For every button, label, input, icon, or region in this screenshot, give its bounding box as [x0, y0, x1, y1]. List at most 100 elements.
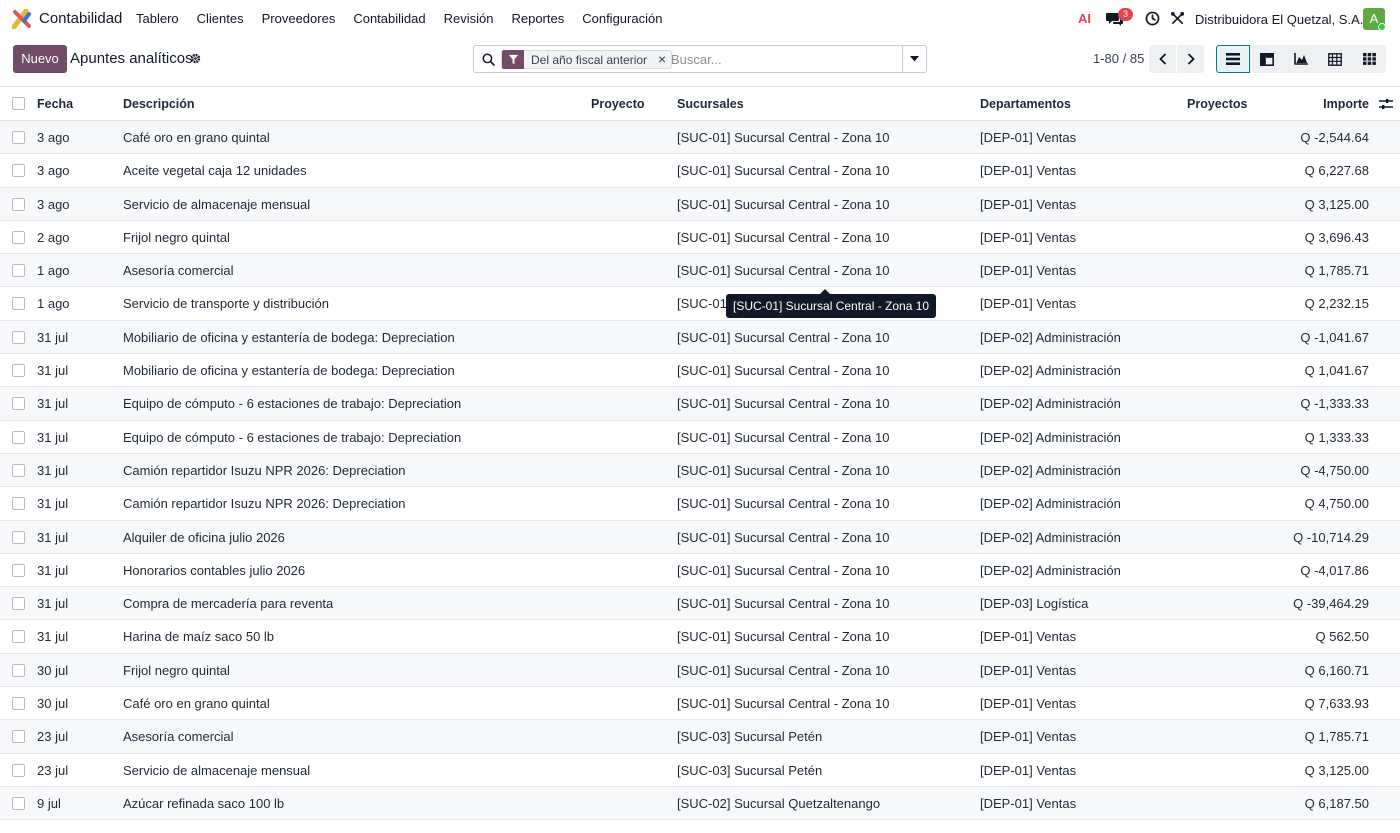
table-row[interactable]: 2 ago Frijol negro quintal [SUC-01] Sucurs… — [0, 221, 1400, 255]
table-row[interactable]: 23 jul Asesoría comercial [SUC-03] Sucursa… — [0, 720, 1400, 754]
cell-sucursal: [SUC-01] Sucursal Central - Zona 10 — [677, 629, 890, 645]
cell-importe: Q -1,041.67 — [1300, 329, 1369, 345]
debug-tools-icon[interactable] — [1170, 11, 1185, 26]
row-checkbox[interactable] — [12, 530, 25, 544]
row-checkbox[interactable] — [12, 164, 25, 178]
graph-view-button[interactable] — [1284, 45, 1318, 73]
cell-importe: Q -4,750.00 — [1300, 462, 1369, 478]
search-input[interactable] — [671, 50, 896, 69]
cell-departamento: [DEP-01] Ventas — [980, 696, 1077, 712]
search-icon[interactable] — [482, 53, 495, 66]
row-checkbox[interactable] — [12, 763, 25, 777]
menu-clientes[interactable]: Clientes — [188, 0, 253, 38]
grid-view-button[interactable] — [1352, 45, 1386, 73]
gear-icon[interactable] — [189, 52, 202, 65]
table-row[interactable]: 9 jul Azúcar refinada saco 100 lb [SUC-02]… — [0, 786, 1400, 821]
table-row[interactable]: 31 jul Camión repartidor Isuzu NPR 2026: … — [0, 453, 1400, 488]
row-checkbox[interactable] — [12, 297, 25, 311]
company-switcher[interactable]: Distribuidora El Quetzal, S.A. — [1195, 12, 1363, 27]
row-checkbox[interactable] — [12, 430, 25, 444]
row-checkbox[interactable] — [12, 663, 25, 677]
pager-previous-button[interactable] — [1149, 45, 1176, 73]
analytic-lines-table: Fecha Descripción Proyecto Sucursales De… — [0, 87, 1400, 821]
cell-descripcion: Frijol negro quintal — [123, 229, 230, 245]
menu-tablero[interactable]: Tablero — [127, 0, 188, 38]
table-row[interactable]: 3 ago Aceite vegetal caja 12 unidades [SUC… — [0, 154, 1400, 188]
table-row[interactable]: 31 jul Honorarios contables julio 2026 [SU… — [0, 554, 1400, 588]
cell-descripcion: Mobiliario de oficina y estantería de bo… — [123, 363, 455, 379]
accounting-app-icon[interactable] — [12, 9, 32, 29]
table-row[interactable]: 31 jul Alquiler de oficina julio 2026 [SUC… — [0, 520, 1400, 554]
cell-importe: Q 1,041.67 — [1304, 363, 1369, 379]
column-header-departamentos[interactable]: Departamentos — [980, 97, 1071, 111]
list-view-button[interactable] — [1216, 45, 1250, 73]
row-checkbox[interactable] — [12, 563, 25, 577]
column-header-proyectos[interactable]: Proyectos — [1187, 97, 1247, 111]
column-header-importe[interactable]: Importe — [1323, 97, 1369, 111]
table-row[interactable]: 1 ago Asesoría comercial [SUC-01] Sucursal… — [0, 254, 1400, 288]
cell-descripcion: Aceite vegetal caja 12 unidades — [123, 163, 307, 179]
row-checkbox[interactable] — [12, 264, 25, 278]
cell-sucursal: [SUC-01] Sucursal Central - Zona 10 — [677, 529, 890, 545]
column-header-sucursales[interactable]: Sucursales — [677, 97, 744, 111]
column-header-descripcion[interactable]: Descripción — [123, 97, 195, 111]
table-row[interactable]: 31 jul Equipo de cómputo - 6 estaciones d… — [0, 421, 1400, 454]
menu-proveedores[interactable]: Proveedores — [253, 0, 345, 38]
row-checkbox[interactable] — [12, 630, 25, 644]
row-checkbox[interactable] — [12, 463, 25, 477]
kanban-view-button[interactable] — [1250, 45, 1284, 73]
cell-departamento: [DEP-01] Ventas — [980, 130, 1077, 145]
new-button[interactable]: Nuevo — [13, 45, 67, 73]
cell-sucursal: [SUC-02] Sucursal Quetzaltenango — [677, 795, 881, 811]
select-all-checkbox[interactable] — [12, 97, 25, 110]
table-row[interactable]: 1 ago Servicio de transporte y distribuci… — [0, 287, 1400, 321]
table-row[interactable]: 31 jul Mobiliario de oficina y estantería… — [0, 354, 1400, 388]
remove-filter-icon[interactable]: × — [653, 51, 671, 68]
search-options-toggle[interactable] — [902, 46, 926, 72]
row-checkbox[interactable] — [12, 497, 25, 511]
row-checkbox[interactable] — [12, 131, 25, 144]
column-header-proyecto[interactable]: Proyecto — [591, 97, 645, 111]
table-row[interactable]: 31 jul Mobiliario de oficina y estantería… — [0, 320, 1400, 355]
online-status-dot — [1378, 23, 1386, 31]
cell-fecha: 31 jul — [37, 629, 69, 645]
row-checkbox[interactable] — [12, 597, 25, 611]
optional-columns-icon[interactable] — [1379, 98, 1393, 110]
row-checkbox[interactable] — [12, 796, 25, 810]
cell-departamento: [DEP-01] Ventas — [980, 629, 1077, 645]
column-header-fecha[interactable]: Fecha — [37, 97, 73, 111]
cell-fecha: 31 jul — [37, 429, 69, 445]
activity-clock-icon[interactable] — [1145, 11, 1160, 26]
row-checkbox[interactable] — [12, 230, 25, 244]
row-checkbox[interactable] — [12, 330, 25, 344]
cell-descripcion: Camión repartidor Isuzu NPR 2026: Deprec… — [123, 462, 406, 478]
row-checkbox[interactable] — [12, 397, 25, 411]
table-row[interactable]: 31 jul Compra de mercadería para reventa [… — [0, 587, 1400, 621]
menu-revision[interactable]: Revisión — [435, 0, 503, 38]
row-checkbox[interactable] — [12, 364, 25, 378]
table-row[interactable]: 31 jul Harina de maíz saco 50 lb [SUC-01] … — [0, 620, 1400, 654]
ai-icon[interactable]: AI — [1078, 11, 1091, 26]
table-row[interactable]: 30 jul Café oro en grano quintal [SUC-01] … — [0, 687, 1400, 721]
pager-value[interactable]: 1-80 / 85 — [1093, 51, 1144, 66]
table-row[interactable]: 3 ago Café oro en grano quintal [SUC-01] S… — [0, 121, 1400, 155]
pivot-view-button[interactable] — [1318, 45, 1352, 73]
menu-reportes[interactable]: Reportes — [502, 0, 573, 38]
row-checkbox[interactable] — [12, 197, 25, 211]
table-row[interactable]: 3 ago Servicio de almacenaje mensual [SUC-… — [0, 187, 1400, 221]
menu-configuracion[interactable]: Configuración — [573, 0, 671, 38]
row-checkbox[interactable] — [12, 697, 25, 711]
table-row[interactable]: 31 jul Equipo de cómputo - 6 estaciones d… — [0, 387, 1400, 421]
table-row[interactable]: 30 jul Frijol negro quintal [SUC-01] Sucur… — [0, 653, 1400, 688]
table-row[interactable]: 31 jul Camión repartidor Isuzu NPR 2026: … — [0, 487, 1400, 521]
pager-next-button[interactable] — [1177, 45, 1204, 73]
cell-descripcion: Café oro en grano quintal — [123, 696, 270, 712]
app-name[interactable]: Contabilidad — [39, 10, 122, 27]
table-row[interactable]: 23 jul Servicio de almacenaje mensual [SUC… — [0, 754, 1400, 787]
menu-contabilidad[interactable]: Contabilidad — [344, 0, 434, 38]
cell-departamento: [DEP-02] Administración — [980, 396, 1121, 412]
cell-importe: Q 1,785.71 — [1304, 729, 1369, 745]
filter-facet: Del año fiscal anterior × — [501, 50, 673, 69]
page-title: Apuntes analíticos — [70, 50, 193, 67]
row-checkbox[interactable] — [12, 730, 25, 744]
